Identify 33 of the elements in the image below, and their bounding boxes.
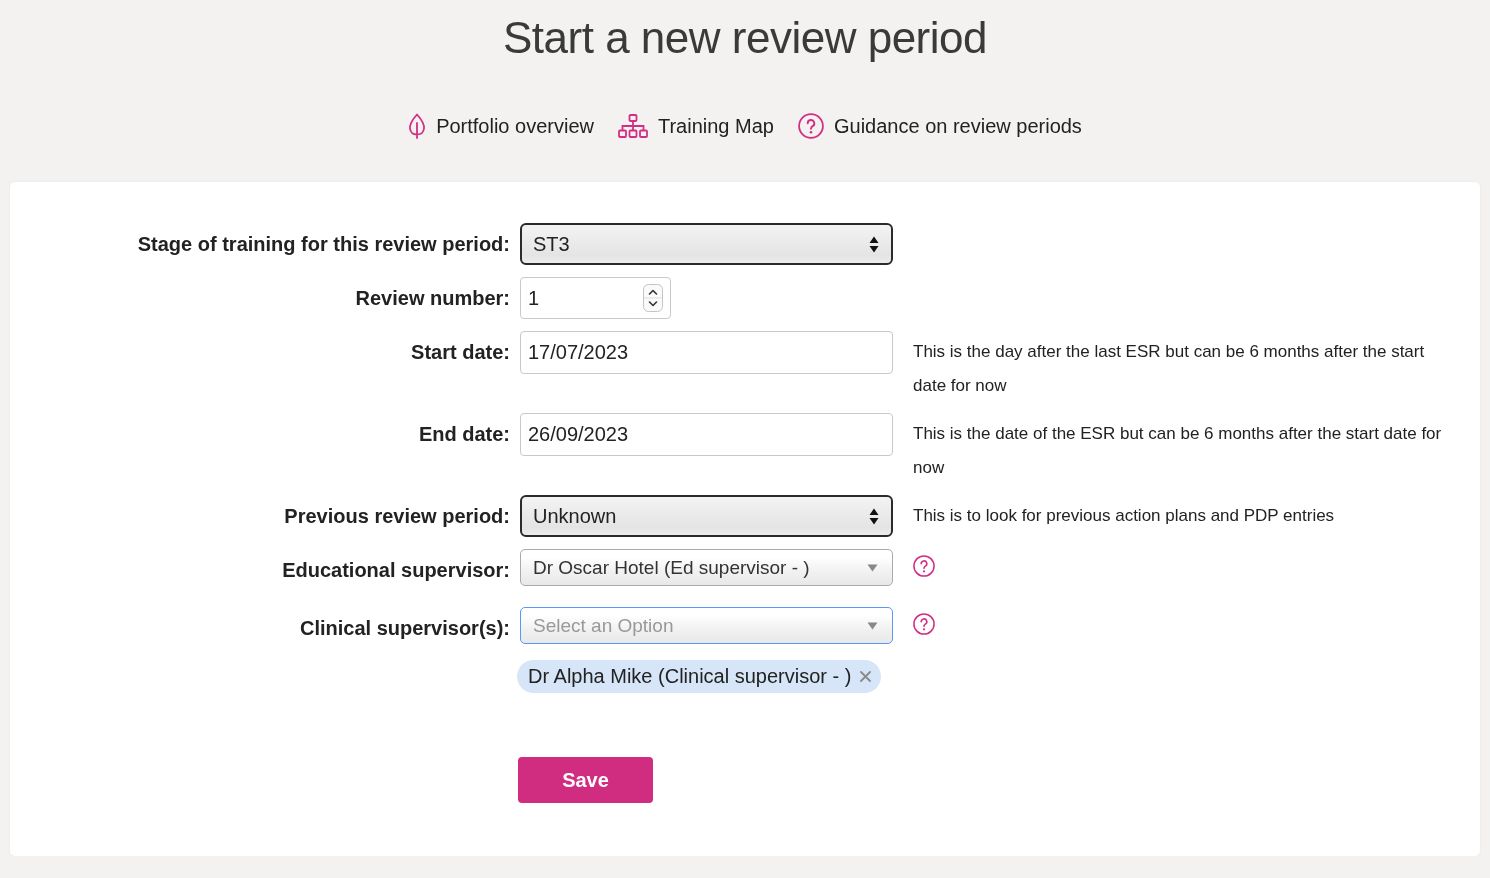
close-icon[interactable] — [860, 671, 872, 682]
help-icon — [797, 113, 824, 139]
caret-icon — [867, 621, 878, 630]
field-label: Start date: — [411, 341, 510, 363]
date-field[interactable]: 26/09/2023 — [520, 413, 893, 456]
field-label: Stage of training for this review period: — [137, 233, 510, 255]
leaf-icon — [408, 113, 427, 139]
help-text: This is to look for previous action plans and PDP entries — [913, 506, 1335, 525]
caret-icon — [867, 563, 878, 572]
field-label: Clinical supervisor(s): — [299, 617, 510, 639]
help-text: This is the day after the last ESR but can be 6 months after the start date for now — [913, 342, 1425, 395]
help-text: This is the date of the ESR but can be 6 months after the start date for now — [913, 424, 1442, 477]
field-label: Review number: — [355, 287, 510, 309]
updown-caret-icon — [869, 235, 879, 253]
updown-caret-icon — [869, 507, 879, 525]
select-field[interactable]: ST3 — [520, 223, 893, 265]
number-field[interactable]: 1 — [520, 277, 671, 319]
hierarchy-icon — [617, 114, 648, 138]
help-icon[interactable] — [913, 555, 935, 577]
select-field[interactable]: Unknown — [520, 495, 893, 537]
date-field[interactable]: 17/07/2023 — [520, 331, 893, 374]
nav-link[interactable]: Training Map — [617, 114, 774, 138]
selection-chip[interactable]: Dr Alpha Mike (Clinical supervisor - ) — [517, 660, 882, 693]
field-label: Educational supervisor: — [282, 559, 510, 581]
dropdown-field[interactable]: Dr Oscar Hotel (Ed supervisor - ) — [520, 549, 893, 586]
save-button[interactable]: Save — [518, 757, 653, 803]
page-title: Start a new review period — [503, 12, 987, 64]
nav-link[interactable]: Portfolio overview — [408, 113, 594, 139]
stepper-icon[interactable] — [643, 284, 663, 312]
field-label: End date: — [418, 423, 510, 445]
help-icon[interactable] — [913, 613, 935, 635]
nav-link[interactable]: Guidance on review periods — [797, 113, 1082, 139]
field-label: Previous review period: — [284, 505, 510, 527]
